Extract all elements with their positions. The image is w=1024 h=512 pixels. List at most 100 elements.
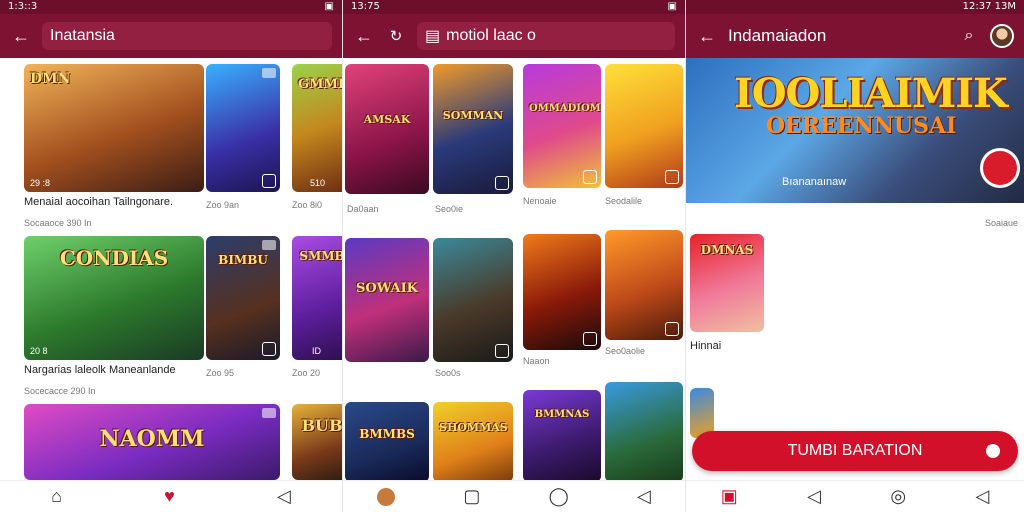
- search-input[interactable]: Inatansia: [42, 22, 332, 50]
- status-time: 1:3::3: [8, 1, 38, 12]
- search-icon[interactable]: ⌕: [958, 25, 980, 47]
- card-logo: AMSAK: [363, 113, 411, 126]
- refresh-icon[interactable]: ↻: [385, 25, 407, 47]
- game-card[interactable]: SMMB ID: [292, 236, 342, 360]
- card-caption: Menaial aocoihan Tailngonare.: [24, 196, 174, 208]
- status-icons: ▣: [324, 1, 334, 12]
- card-logo: DMN: [30, 71, 71, 87]
- corner-badge: [262, 68, 276, 78]
- game-card[interactable]: DMNAS: [690, 234, 764, 332]
- app-bar: ← ↻ ▤ motiol laac o: [343, 14, 685, 58]
- avatar-icon[interactable]: [377, 487, 396, 506]
- square-icon[interactable]: ▢: [463, 486, 480, 507]
- card-meta: Socecacce 290 In: [24, 386, 96, 396]
- back-icon-2[interactable]: ◁: [975, 486, 989, 507]
- bottom-nav: ⌂ ♥ ◁: [0, 480, 342, 512]
- card-logo: BIMBU: [218, 253, 268, 267]
- corner-badge: [262, 240, 276, 250]
- circle-icon[interactable]: ◯: [549, 486, 569, 507]
- featured-banner[interactable]: IOOLIAIMIK OEREENNUSAI Bıananaınaw: [686, 58, 1024, 203]
- section-meta: Soaiaue: [984, 218, 1018, 228]
- card-logo: SHOMMAS: [439, 421, 508, 434]
- card-logo: SMMB: [299, 249, 342, 263]
- card-meta: Naaon: [523, 356, 550, 366]
- banner-subtitle: OEREENNUSAI: [766, 113, 957, 139]
- game-card[interactable]: [523, 234, 601, 350]
- status-icons: 12:37 13M: [962, 1, 1016, 12]
- card-logo: SOWAIK: [356, 281, 418, 296]
- heart-badge-icon: [495, 344, 509, 358]
- card-logo: BUB: [301, 416, 343, 435]
- card-meta: 510: [310, 178, 326, 188]
- app-bar: ← Inatansia: [0, 14, 342, 58]
- back-arrow-icon[interactable]: ←: [696, 25, 718, 47]
- heart-badge-icon: [262, 174, 276, 188]
- banner-title: IOOLIAIMIK: [734, 70, 1008, 117]
- game-card[interactable]: BMMNAS: [523, 390, 601, 482]
- card-meta: Zoo 95: [206, 368, 235, 378]
- game-grid: DMN 29 :8 GMMB 510 Menaial aocoihan Tail…: [0, 58, 342, 480]
- card-meta: Seodalile: [605, 196, 643, 206]
- game-card[interactable]: DMN 29 :8: [24, 64, 204, 192]
- search-input[interactable]: ▤ motiol laac o: [417, 22, 675, 50]
- back-icon[interactable]: ◁: [637, 486, 651, 507]
- card-logo: DMNAS: [700, 243, 754, 257]
- card-meta: Zoo 20: [292, 368, 321, 378]
- game-card[interactable]: [605, 64, 683, 188]
- card-meta: Seo0ie: [435, 204, 464, 214]
- game-card[interactable]: SOWAIK: [345, 238, 429, 362]
- card-caption: Nargarias laleolk Maneanlande: [24, 364, 176, 376]
- status-bar: 1:3::3 ▣: [0, 0, 342, 14]
- card-logo: CONDIAS: [59, 246, 169, 270]
- card-meta: Seo0aolie: [605, 346, 646, 356]
- play-icon[interactable]: [980, 148, 1020, 188]
- card-logo: BMMNAS: [534, 409, 590, 420]
- status-bar: 12:37 13M: [686, 0, 1024, 14]
- home-icon[interactable]: ⌂: [51, 486, 62, 507]
- status-icons: ▣: [667, 1, 677, 12]
- card-meta: Zoo 8i0: [292, 200, 323, 210]
- back-arrow-icon[interactable]: ←: [353, 25, 375, 47]
- back-icon[interactable]: ◁: [277, 486, 291, 507]
- heart-badge-icon: [262, 342, 276, 356]
- cta-label: TUMBI BARATION: [787, 442, 923, 459]
- game-card[interactable]: [433, 238, 513, 362]
- game-card[interactable]: [605, 382, 683, 482]
- card-logo: NAOMM: [99, 426, 205, 452]
- compass-icon[interactable]: ◎: [890, 486, 906, 507]
- bottom-nav: ▢ ◯ ◁: [343, 480, 685, 512]
- game-card[interactable]: SHOMMAS: [433, 402, 513, 482]
- back-icon[interactable]: ◁: [807, 486, 821, 507]
- screen-2: 13:75 ▣ ← ↻ ▤ motiol laac o AMSAK SOMMAN…: [342, 0, 685, 512]
- game-card[interactable]: [206, 64, 280, 192]
- card-meta: Socaaoce 390 In: [24, 218, 92, 228]
- game-card[interactable]: CONDIAS 20 8: [24, 236, 204, 360]
- back-arrow-icon[interactable]: ←: [10, 25, 32, 47]
- cta-button[interactable]: TUMBI BARATION: [692, 431, 1018, 471]
- avatar[interactable]: [990, 24, 1014, 48]
- game-card[interactable]: GMMB 510: [292, 64, 342, 192]
- game-card[interactable]: [605, 230, 683, 340]
- screen-1: 1:3::3 ▣ ← Inatansia DMN 29 :8 GMMB 510 …: [0, 0, 342, 512]
- heart-badge-icon: [495, 176, 509, 190]
- heart-icon[interactable]: ♥: [164, 486, 175, 507]
- game-card[interactable]: AMSAK: [345, 64, 429, 194]
- card-logo: BMMBS: [359, 427, 415, 441]
- game-card[interactable]: BMMBS: [345, 402, 429, 482]
- card-logo: SOMMAN: [442, 109, 504, 122]
- game-card[interactable]: OMMADIOM: [523, 64, 601, 188]
- status-time: 13:75: [351, 1, 380, 12]
- game-card[interactable]: BUB: [292, 404, 342, 480]
- game-card[interactable]: NAOMM: [24, 404, 280, 480]
- status-bar: 13:75 ▣: [343, 0, 685, 14]
- card-meta: Zoo 9an: [206, 200, 240, 210]
- bottom-nav: ▣ ◁ ◎ ◁: [686, 480, 1024, 512]
- game-card[interactable]: SOMMAN: [433, 64, 513, 194]
- heart-badge-icon: [583, 332, 597, 346]
- card-caption: Hinnai: [690, 340, 722, 352]
- inbox-icon[interactable]: ▣: [721, 486, 738, 507]
- list-icon: ▤: [425, 28, 441, 45]
- game-card[interactable]: BIMBU: [206, 236, 280, 360]
- card-meta: 20 8: [30, 346, 48, 356]
- heart-badge-icon: [665, 170, 679, 184]
